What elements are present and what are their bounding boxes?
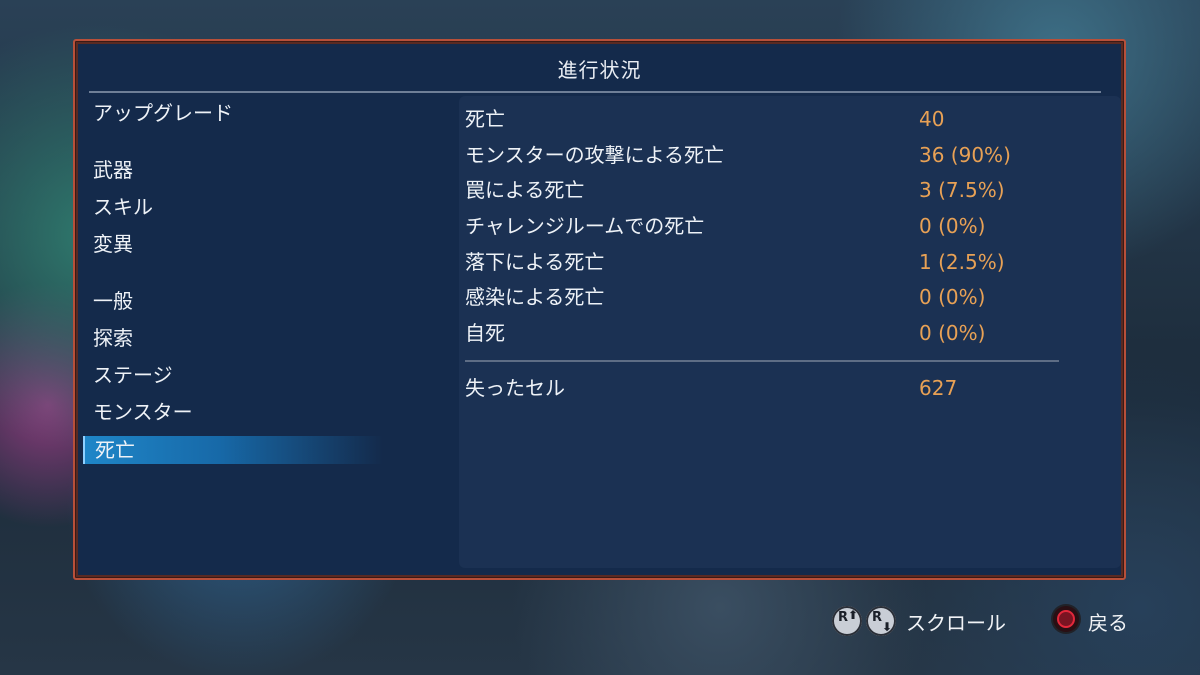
stat-label: 感染による死亡 [465,285,605,309]
stat-value: 627 [919,376,958,400]
stat-label: 死亡 [465,107,505,131]
stat-row: モンスターの攻撃による死亡 36 (90%) [465,140,1105,170]
stat-value: 0 (0%) [919,285,986,309]
stat-row: チャレンジルームでの死亡 0 (0%) [465,211,1105,241]
stat-label: チャレンジルームでの死亡 [465,214,705,238]
r-stick-down-icon[interactable]: R ⬇ [866,606,896,636]
menu-item-skills[interactable]: スキル [83,193,383,221]
menu-item-monsters[interactable]: モンスター [83,398,383,426]
scroll-label: スクロール [906,611,1006,635]
menu-item-general[interactable]: 一般 [83,287,383,315]
stat-label: 自死 [465,321,505,345]
stat-value: 0 (0%) [919,321,986,345]
stat-row: 死亡 40 [465,104,1105,134]
title-divider [89,91,1101,93]
progress-panel: 進行状況 アップグレード 武器 スキル 変異 一般 探索 ステージ モンスター … [73,39,1126,580]
menu-item-stages[interactable]: ステージ [83,361,383,389]
circle-button-icon[interactable] [1053,606,1079,632]
back-label[interactable]: 戻る [1088,607,1128,636]
menu-item-exploration[interactable]: 探索 [83,324,383,352]
stats-divider [465,360,1059,362]
stat-label: 落下による死亡 [465,250,605,274]
stat-row: 落下による死亡 1 (2.5%) [465,247,1105,277]
stat-value: 40 [919,107,945,131]
stat-label: モンスターの攻撃による死亡 [465,143,724,167]
stat-value: 3 (7.5%) [919,178,1005,202]
stat-row: 自死 0 (0%) [465,318,1105,348]
stat-label: 失ったセル [465,376,565,400]
menu-item-upgrades[interactable]: アップグレード [83,99,383,127]
stats-content: 死亡 40 モンスターの攻撃による死亡 36 (90%) 罠による死亡 3 (7… [459,96,1121,568]
stat-value: 1 (2.5%) [919,250,1005,274]
stat-row: 罠による死亡 3 (7.5%) [465,175,1105,205]
menu-item-mutations[interactable]: 変異 [83,230,383,258]
stat-row-total: 失ったセル 627 [465,373,1105,403]
menu-item-weapons[interactable]: 武器 [83,156,383,184]
stat-row: 感染による死亡 0 (0%) [465,282,1105,312]
stat-value: 36 (90%) [919,143,1011,167]
panel-title: 進行状況 [557,58,642,82]
button-prompts: R ⬆ R ⬇ スクロール 戻る [0,600,1200,640]
stat-label: 罠による死亡 [465,178,585,202]
r-stick-up-icon[interactable]: R ⬆ [832,606,862,636]
stat-value: 0 (0%) [919,214,986,238]
menu-item-deaths[interactable]: 死亡 [83,436,383,464]
